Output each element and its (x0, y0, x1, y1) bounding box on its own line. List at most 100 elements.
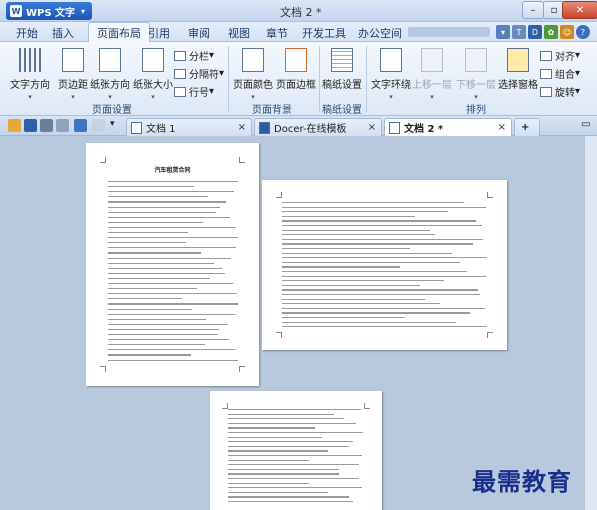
text-line (108, 323, 228, 325)
rotate-button[interactable]: 旋转 ▾ (540, 84, 580, 99)
page-color-button[interactable]: 页面颜色 ▾ (233, 48, 273, 101)
tab-docer-templates[interactable]: Docer-在线模板 × (254, 118, 382, 136)
breaks-icon (174, 68, 186, 79)
menu-view[interactable]: 视图 (228, 25, 250, 41)
text-line (282, 261, 460, 263)
page-3[interactable] (210, 391, 382, 510)
send-backward-button[interactable]: 下移一层 ▾ (456, 48, 496, 101)
vertical-scrollbar[interactable] (584, 136, 597, 510)
tab-list-icon[interactable]: ▭ (581, 119, 590, 130)
text-direction-button[interactable]: 文字方向 ▾ (10, 48, 50, 101)
text-line (108, 277, 211, 280)
text-line (282, 298, 426, 300)
open-folder-icon[interactable] (8, 119, 21, 132)
text-line (108, 206, 221, 208)
text-line (228, 413, 334, 415)
menu-review[interactable]: 审阅 (188, 25, 210, 41)
text-line (282, 248, 411, 250)
redo-icon[interactable] (92, 119, 105, 132)
group-manuscript: 稿纸设置 (322, 105, 362, 116)
menu-start[interactable]: 开始 (16, 25, 38, 41)
new-tab-button[interactable]: + (514, 118, 540, 136)
text-line (228, 436, 322, 438)
restore-ribbon-icon[interactable]: ▾ (496, 25, 510, 39)
text-line (282, 238, 484, 240)
align-button[interactable]: 对齐 ▾ (540, 48, 580, 63)
page-1[interactable]: 汽车租赁合同 (86, 143, 259, 386)
docer-icon (259, 121, 270, 134)
text-wrap-button[interactable]: 文字环绕 ▾ (371, 48, 411, 101)
text-line (108, 262, 214, 264)
text-line (282, 225, 482, 227)
breaks-button[interactable]: 分隔符 ▾ (174, 66, 224, 81)
ribbon: 文字方向 ▾ 页边距 ▾ 纸张方向 ▾ 纸张大小 ▾ 分栏 ▾ 分隔符 ▾ 行号 ▾ 页面设置… (0, 42, 597, 116)
crop-mark (100, 157, 106, 163)
text-line (282, 317, 405, 319)
close-tab-icon[interactable]: × (238, 122, 246, 133)
text-line (228, 487, 363, 489)
group-button[interactable]: 组合 ▾ (540, 66, 580, 81)
text-line (108, 221, 203, 223)
page-border-button[interactable]: 页面边框 (276, 48, 316, 91)
manuscript-settings-button[interactable]: 稿纸设置 (322, 48, 362, 91)
print-icon[interactable] (40, 119, 53, 132)
menu-office-space[interactable]: 办公空间 (358, 25, 402, 41)
text-line (228, 473, 340, 475)
text-line (108, 288, 197, 290)
manuscript-grid-icon (331, 48, 353, 72)
feedback-icon[interactable]: ☺ (560, 25, 574, 39)
menu-developer[interactable]: 开发工具 (302, 25, 346, 41)
text-line (228, 418, 345, 420)
orientation-button[interactable]: 纸张方向 ▾ (90, 48, 130, 101)
help-icon[interactable]: ? (576, 25, 590, 39)
close-tab-icon[interactable]: × (498, 122, 506, 133)
minimize-button[interactable]: – (522, 1, 544, 19)
document-icon (131, 121, 142, 134)
text-line (282, 312, 470, 314)
menu-section[interactable]: 章节 (266, 25, 288, 41)
text-wrap-icon (380, 48, 402, 72)
text-line (108, 359, 238, 361)
save-icon[interactable] (24, 119, 37, 132)
line-numbers-button[interactable]: 行号 ▾ (174, 84, 214, 99)
skin-icon[interactable]: T (512, 25, 526, 39)
paper-size-button[interactable]: 纸张大小 ▾ (133, 48, 173, 101)
tab-doc1[interactable]: 文档 1 × (126, 118, 252, 136)
divider (366, 46, 367, 112)
chevron-down-icon: ▾ (430, 93, 434, 101)
text-line (108, 349, 236, 351)
text-line (282, 234, 435, 236)
text-line (282, 271, 467, 273)
text-line (108, 318, 207, 320)
tab-doc2[interactable]: 文档 2 * × (384, 118, 512, 136)
print-preview-icon[interactable] (56, 119, 69, 132)
close-button[interactable]: ✕ (562, 1, 597, 19)
text-line (282, 280, 444, 282)
paper-size-icon (142, 48, 164, 72)
bring-forward-button[interactable]: 上移一层 ▾ (412, 48, 452, 101)
share-icon[interactable]: ✿ (544, 25, 558, 39)
chevron-down-icon: ▾ (81, 6, 86, 16)
group-page-setup: 页面设置 (92, 105, 132, 116)
menu-reference[interactable]: 引用 (148, 25, 170, 41)
document-tab-bar: ▾ 文档 1 × Docer-在线模板 × 文档 2 * × + ▭ (0, 116, 597, 136)
columns-icon (174, 50, 186, 61)
text-line (228, 464, 359, 466)
menu-insert[interactable]: 插入 (52, 25, 74, 41)
app-menu-button[interactable]: W WPS 文字 ▾ (6, 2, 92, 20)
customize-quick-access-icon[interactable]: ▾ (110, 119, 123, 132)
page-2[interactable] (262, 180, 507, 350)
rotate-icon (540, 86, 552, 97)
account-bar (408, 27, 490, 37)
docer-icon[interactable]: D (528, 25, 542, 39)
text-line (228, 445, 349, 447)
menu-bar: 开始 插入 页面布局 引用 审阅 视图 章节 开发工具 办公空间 ▾ T D ✿… (0, 22, 597, 43)
bring-forward-icon (421, 48, 443, 72)
margins-button[interactable]: 页边距 ▾ (58, 48, 88, 101)
selection-pane-button[interactable]: 选择窗格 (498, 48, 538, 91)
menu-page-layout[interactable]: 页面布局 (88, 22, 150, 43)
close-tab-icon[interactable]: × (368, 122, 376, 133)
columns-button[interactable]: 分栏 ▾ (174, 48, 214, 63)
text-line (108, 226, 236, 229)
undo-icon[interactable] (74, 119, 87, 132)
